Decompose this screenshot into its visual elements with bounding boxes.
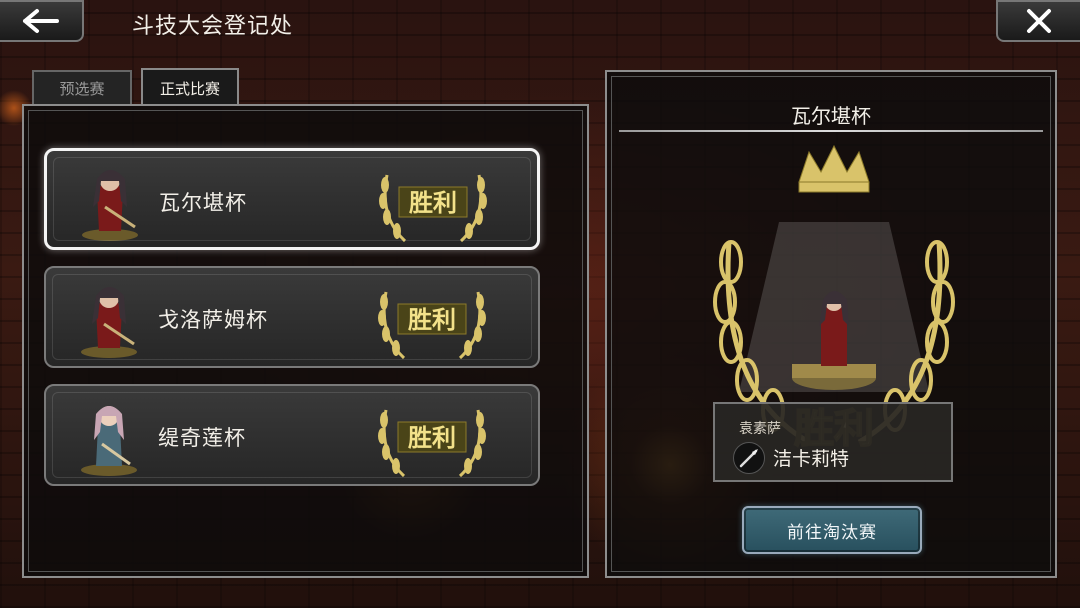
tab-main-match[interactable]: 正式比赛 (141, 68, 239, 106)
opponent-label: 袁素萨 (739, 421, 781, 437)
cup-name: 缇奇莲杯 (158, 426, 246, 450)
page-title: 斗技大会登记处 (132, 14, 294, 39)
victory-badge: 胜利 (378, 409, 486, 478)
go-to-knockout-button[interactable]: 前往淘汰赛 (742, 506, 922, 554)
cup-row-tikilian[interactable]: 缇奇莲杯 胜利 (44, 384, 540, 486)
character-portrait-icon (82, 170, 138, 241)
cup-name: 戈洛萨姆杯 (158, 308, 268, 332)
cup-list-panel: 瓦尔堪杯 胜利 戈洛萨姆杯 胜利 缇奇莲杯 胜利 (22, 104, 589, 578)
svg-text:胜利: 胜利 (409, 189, 457, 217)
cup-detail-panel: 瓦尔堪杯 胜 (605, 70, 1057, 578)
opponent-name: 洁卡莉特 (773, 448, 850, 470)
svg-text:胜利: 胜利 (408, 424, 456, 452)
svg-text:胜利: 胜利 (408, 306, 456, 334)
cup-row-valkan[interactable]: 瓦尔堪杯 胜利 (44, 148, 540, 250)
arrow-left-icon (23, 9, 59, 33)
cup-row-gorosam[interactable]: 戈洛萨姆杯 胜利 (44, 266, 540, 368)
victory-badge: 胜利 (379, 174, 487, 243)
opponent-info-box: 袁素萨 洁卡莉特 (713, 402, 953, 482)
character-portrait-icon (81, 406, 137, 476)
detail-title: 瓦尔堪杯 (791, 104, 871, 128)
tab-preliminary[interactable]: 预选赛 (32, 70, 132, 104)
spear-icon (733, 442, 765, 474)
crown-icon (798, 144, 870, 193)
close-button[interactable] (996, 0, 1080, 42)
victory-badge: 胜利 (378, 291, 486, 360)
back-button[interactable] (0, 0, 84, 42)
cup-name: 瓦尔堪杯 (159, 191, 247, 215)
title-divider (619, 130, 1043, 132)
character-portrait-icon (81, 287, 137, 358)
close-icon (1027, 9, 1051, 33)
